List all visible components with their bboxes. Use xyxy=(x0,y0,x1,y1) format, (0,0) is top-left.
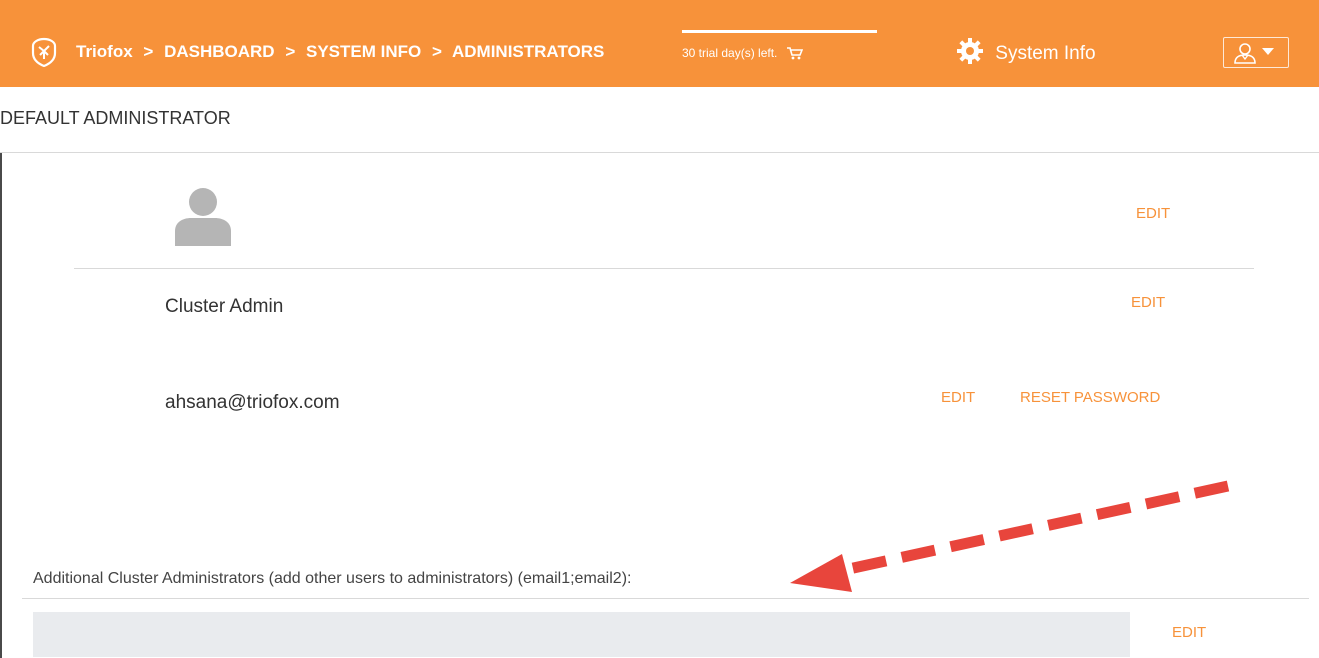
system-info-link[interactable]: System Info xyxy=(956,37,1096,65)
system-info-label: System Info xyxy=(995,43,1096,64)
breadcrumb-system-info[interactable]: SYSTEM INFO xyxy=(306,42,421,61)
trial-progress-bar xyxy=(682,30,877,33)
breadcrumb-separator: > xyxy=(143,42,154,61)
breadcrumb-separator: > xyxy=(285,42,296,61)
avatar-edit-link[interactable]: EDIT xyxy=(1136,205,1170,222)
section-divider xyxy=(0,152,1319,153)
breadcrumb-dashboard[interactable]: DASHBOARD xyxy=(164,42,275,61)
avatar-icon xyxy=(175,188,231,246)
trial-notice[interactable]: 30 trial day(s) left. xyxy=(682,46,803,60)
admin-email: ahsana@triofox.com xyxy=(165,392,340,413)
trial-text: 30 trial day(s) left. xyxy=(682,46,778,60)
triofox-logo-icon[interactable] xyxy=(30,37,58,67)
additional-admins-input[interactable] xyxy=(33,612,1130,657)
breadcrumb: Triofox > DASHBOARD > SYSTEM INFO > ADMI… xyxy=(76,42,610,62)
brand-link[interactable]: Triofox xyxy=(76,42,133,61)
name-edit-link[interactable]: EDIT xyxy=(1131,294,1165,311)
additional-admins-edit-link[interactable]: EDIT xyxy=(1172,624,1206,641)
user-menu-button[interactable] xyxy=(1223,37,1289,68)
section-title: DEFAULT ADMINISTRATOR xyxy=(0,108,231,128)
breadcrumb-administrators: ADMINISTRATORS xyxy=(451,42,605,61)
window-edge xyxy=(0,153,2,658)
reset-password-link[interactable]: RESET PASSWORD xyxy=(1020,389,1160,406)
additional-admins-label: Additional Cluster Administrators (add o… xyxy=(33,570,632,587)
cart-icon[interactable] xyxy=(786,47,803,60)
admin-name: Cluster Admin xyxy=(165,296,284,317)
gear-icon xyxy=(957,38,983,64)
email-edit-link[interactable]: EDIT xyxy=(941,389,975,406)
top-bar: Triofox > DASHBOARD > SYSTEM INFO > ADMI… xyxy=(0,0,1319,87)
breadcrumb-separator: > xyxy=(431,42,442,61)
annotation-arrow xyxy=(790,480,1230,592)
row-divider xyxy=(74,268,1254,269)
user-icon xyxy=(1234,43,1256,64)
chevron-down-icon xyxy=(1262,48,1274,55)
